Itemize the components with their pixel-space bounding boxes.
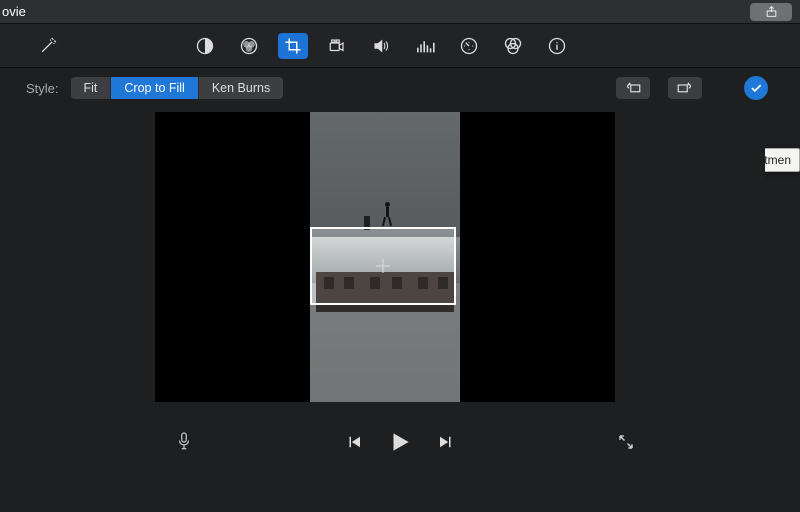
transport-bar [35,420,765,464]
camera-icon[interactable] [322,33,352,59]
style-ken-burns-button[interactable]: Ken Burns [198,77,283,99]
style-label: Style: [26,81,59,96]
crop-handle-br[interactable] [444,293,456,305]
adjustments-toolbar [0,24,800,68]
prev-button[interactable] [345,433,363,451]
equalizer-icon[interactable] [410,33,440,59]
fullscreen-icon[interactable] [617,433,635,451]
clip-thumbnail [310,112,460,402]
style-fit-button[interactable]: Fit [71,77,111,99]
info-icon[interactable] [542,33,572,59]
titlebar: ovie [0,0,800,24]
preview-viewer[interactable] [155,112,615,402]
style-segmented-control: Fit Crop to Fill Ken Burns [71,77,284,99]
share-button[interactable] [750,3,792,21]
wand-icon[interactable] [33,33,63,59]
rotate-ccw-button[interactable] [616,77,650,99]
viewer-area [35,112,765,412]
next-button[interactable] [437,433,455,451]
crop-handle-tr[interactable] [444,227,456,239]
style-crop-to-fill-button[interactable]: Crop to Fill [110,77,197,99]
color-wheel-icon[interactable] [234,33,264,59]
crop-icon[interactable] [278,33,308,59]
rotate-cw-button[interactable] [668,77,702,99]
crop-rectangle[interactable] [310,227,456,305]
crop-handle-tl[interactable] [310,227,322,239]
microphone-icon[interactable] [175,431,193,453]
crop-handle-bl[interactable] [310,293,322,305]
contrast-icon[interactable] [190,33,220,59]
play-button[interactable] [387,429,413,455]
speed-icon[interactable] [454,33,484,59]
app-title: ovie [2,4,26,19]
apply-crop-button[interactable] [744,76,768,100]
crop-style-bar: Style: Fit Crop to Fill Ken Burns [0,68,800,108]
volume-icon[interactable] [366,33,396,59]
color-filter-icon[interactable] [498,33,528,59]
